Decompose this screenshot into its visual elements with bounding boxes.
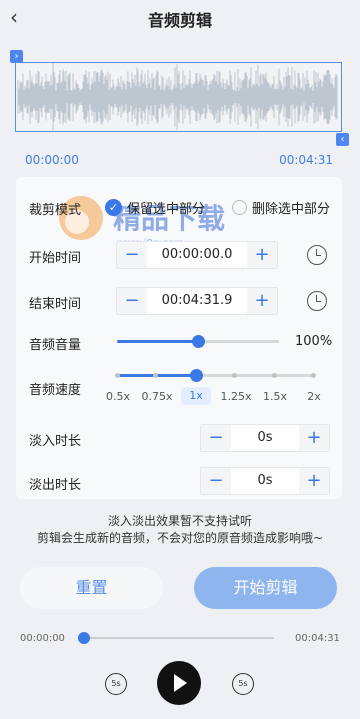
fade-out-plus-button[interactable]: + (299, 468, 329, 494)
speed-option-1x[interactable]: 1x (181, 387, 211, 405)
delete-selection-label: 删除选中部分 (252, 202, 331, 217)
new-file-note: 剪辑会生成新的音频，不会对您的原音频造成影响哦~ (36, 531, 324, 545)
player-total-time: 00:04:31 (295, 633, 340, 644)
speed-stop-dot (115, 373, 120, 378)
rewind-5s-icon[interactable]: 5s (105, 673, 127, 695)
speed-stop-dot (153, 373, 158, 378)
fade-in-stepper: − 0s + (200, 424, 330, 452)
start-time-reset-icon[interactable] (307, 245, 327, 265)
fade-in-plus-button[interactable]: + (299, 425, 329, 451)
start-time-stepper: − 00:00:00.0 + (116, 241, 278, 269)
start-time-value[interactable]: 00:00:00.0 (147, 242, 247, 268)
player-progress-track[interactable] (84, 637, 274, 639)
fade-out-stepper: − 0s + (200, 467, 330, 495)
speed-stop-dot (232, 373, 237, 378)
reset-button[interactable]: 重置 (20, 567, 163, 609)
play-button[interactable] (157, 661, 201, 705)
fade-in-label: 淡入时长 (29, 434, 82, 449)
fade-in-value[interactable]: 0s (231, 425, 299, 451)
page-title: 音频剪辑 (147, 11, 212, 30)
header: ‹ 音频剪辑 (0, 0, 360, 38)
end-time-stepper: − 00:04:31.9 + (116, 287, 278, 315)
player-progress-thumb[interactable] (78, 632, 90, 644)
fade-out-label: 淡出时长 (29, 478, 82, 493)
start-time-plus-button[interactable]: + (247, 242, 277, 268)
speed-option-1.25x[interactable]: 1.25x (218, 390, 254, 403)
start-edit-button[interactable]: 开始剪辑 (194, 567, 337, 609)
waveform-end-time: 00:04:31 (279, 153, 333, 167)
keep-selection-option[interactable]: ✓ 保留选中部分 (105, 198, 205, 217)
end-time-reset-icon[interactable] (307, 291, 327, 311)
volume-slider-fill (117, 340, 198, 343)
speed-option-2x[interactable]: 2x (296, 390, 332, 403)
checkmark-icon: ✓ (105, 199, 122, 216)
volume-slider-thumb[interactable] (192, 335, 205, 348)
waveform (17, 63, 338, 131)
keep-selection-label: 保留选中部分 (127, 202, 206, 217)
speed-stop-dot (272, 373, 277, 378)
fade-out-minus-button[interactable]: − (201, 468, 231, 494)
delete-selection-option[interactable]: 删除选中部分 (232, 198, 330, 217)
speed-stop-dot (311, 373, 316, 378)
speed-option-1.5x[interactable]: 1.5x (257, 390, 293, 403)
waveform-selection[interactable] (15, 62, 342, 132)
forward-5s-icon[interactable]: 5s (232, 673, 254, 695)
end-time-value[interactable]: 00:04:31.9 (147, 288, 247, 314)
fade-out-value[interactable]: 0s (231, 468, 299, 494)
right-trim-handle[interactable]: ‹ (336, 133, 349, 146)
fade-preview-note: 淡入淡出效果暂不支持试听 (107, 514, 252, 528)
start-time-minus-button[interactable]: − (117, 242, 147, 268)
fade-in-minus-button[interactable]: − (201, 425, 231, 451)
cut-mode-label: 裁剪模式 (29, 203, 82, 218)
end-time-minus-button[interactable]: − (117, 288, 147, 314)
player-current-time: 00:00:00 (20, 633, 65, 644)
start-time-label: 开始时间 (29, 251, 82, 266)
speed-slider-thumb[interactable] (190, 369, 203, 382)
speed-option-0.75x[interactable]: 0.75x (139, 390, 175, 403)
volume-label: 音频音量 (29, 338, 82, 353)
speed-label: 音频速度 (29, 383, 82, 398)
waveform-start-time: 00:00:00 (25, 153, 79, 167)
speed-option-0.5x[interactable]: 0.5x (100, 390, 136, 403)
volume-value: 100% (295, 334, 333, 349)
end-time-label: 结束时间 (29, 297, 82, 312)
end-time-plus-button[interactable]: + (247, 288, 277, 314)
radio-unselected-icon (232, 200, 247, 215)
